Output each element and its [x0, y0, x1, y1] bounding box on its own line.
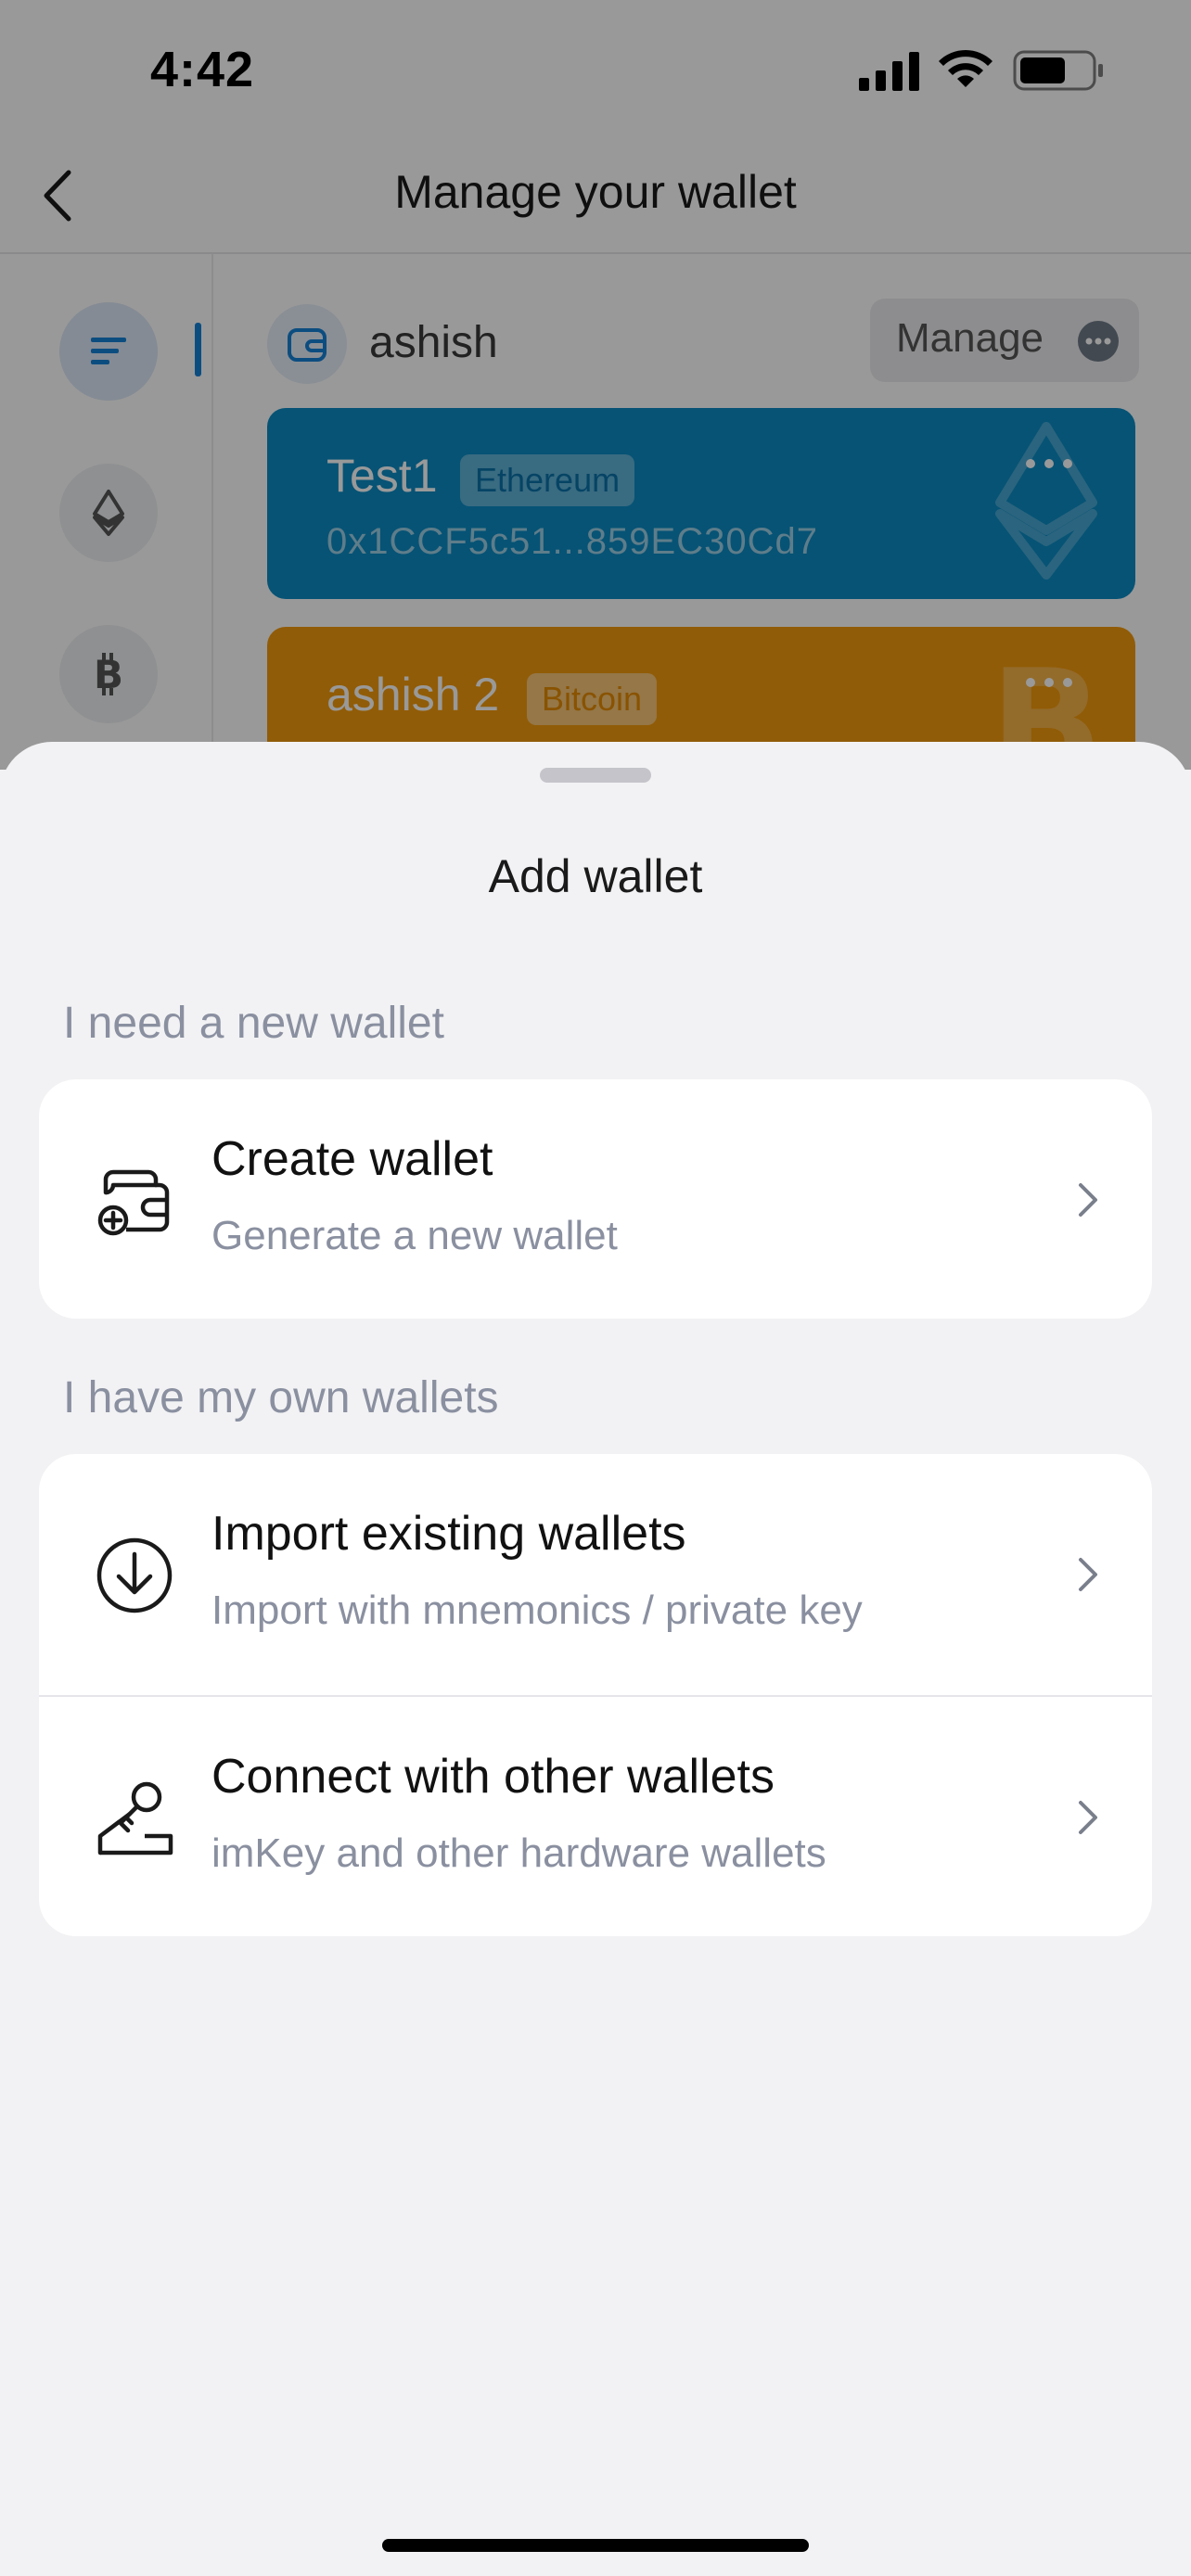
section-label-new: I need a new wallet [63, 999, 444, 1048]
download-circle-icon [96, 1537, 173, 1613]
connect-wallets-row[interactable]: Connect with other wallets imKey and oth… [39, 1697, 1152, 1936]
sheet-title: Add wallet [488, 850, 703, 902]
import-wallets-subtitle: Import with mnemonics / private key [211, 1588, 863, 1633]
home-indicator[interactable] [382, 2539, 809, 2552]
create-wallet-subtitle: Generate a new wallet [211, 1213, 618, 1258]
chevron-right-icon [1079, 1801, 1097, 1834]
import-wallets-title: Import existing wallets [211, 1507, 686, 1561]
chevron-right-icon [1079, 1558, 1097, 1591]
dim-overlay[interactable] [0, 0, 1191, 770]
wallet-plus-icon [97, 1169, 170, 1236]
own-wallets-panel: Import existing wallets Import with mnem… [39, 1454, 1152, 1936]
create-wallet-row[interactable]: Create wallet Generate a new wallet [39, 1079, 1152, 1319]
chevron-right-icon [1079, 1183, 1097, 1217]
connect-wallets-subtitle: imKey and other hardware wallets [211, 1830, 826, 1876]
import-wallets-row[interactable]: Import existing wallets Import with mnem… [39, 1454, 1152, 1693]
background-page: 4:42 Manage your wallet B ashish Manage … [0, 0, 1191, 770]
section-label-own: I have my own wallets [63, 1373, 499, 1422]
connect-wallets-title: Connect with other wallets [211, 1750, 775, 1804]
hardware-key-icon [97, 1781, 173, 1855]
new-wallet-panel: Create wallet Generate a new wallet [39, 1079, 1152, 1319]
add-wallet-sheet: Add wallet I need a new wallet Create wa… [0, 742, 1191, 2576]
sheet-grabber[interactable] [540, 768, 651, 783]
create-wallet-title: Create wallet [211, 1132, 493, 1186]
